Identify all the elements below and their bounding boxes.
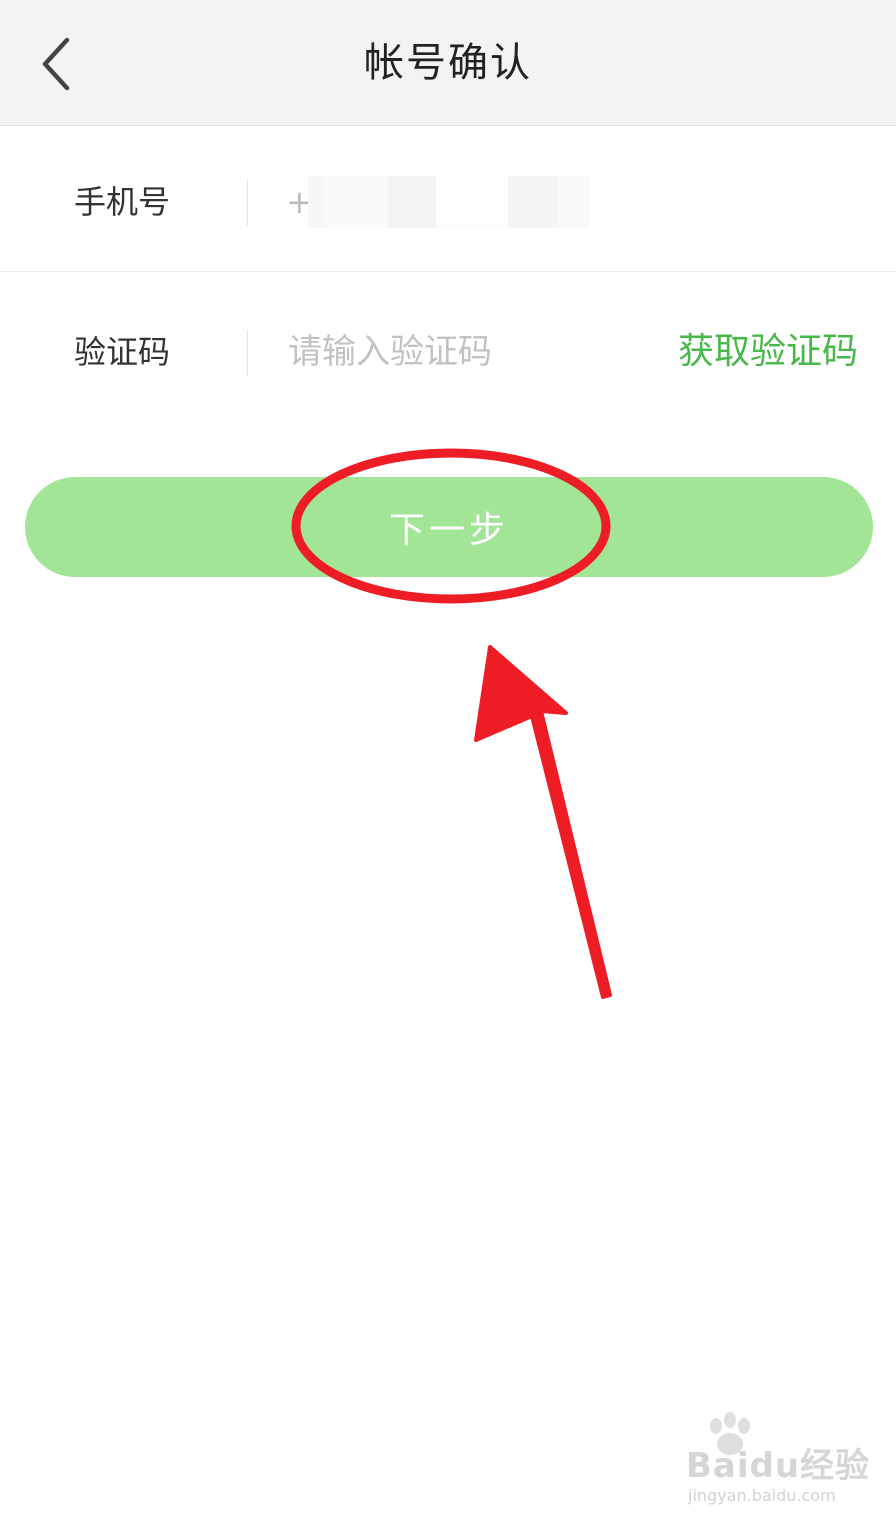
get-code-button[interactable]: 获取验证码 — [678, 282, 858, 422]
annotation-arrow-icon — [474, 645, 612, 999]
page-title: 帐号确认 — [364, 40, 532, 86]
top-bar: 帐号确认 — [0, 0, 896, 126]
verification-code-input[interactable] — [288, 326, 628, 378]
phone-divider — [247, 180, 248, 226]
back-button[interactable] — [22, 24, 92, 104]
next-step-button[interactable]: 下一步 — [25, 477, 873, 577]
code-row: 验证码 获取验证码 — [0, 282, 896, 422]
code-label: 验证码 — [74, 333, 171, 371]
phone-row: 手机号 + — [0, 132, 896, 272]
code-divider — [247, 330, 248, 376]
watermark-brand: Baidu经验 — [686, 1446, 871, 1486]
phone-label: 手机号 — [74, 183, 171, 221]
phone-number-redacted — [308, 176, 590, 228]
watermark-url: jingyan.baidu.com — [688, 1486, 836, 1505]
watermark: Baidu经验 jingyan.baidu.com — [640, 1412, 880, 1520]
chevron-left-icon — [42, 37, 70, 91]
